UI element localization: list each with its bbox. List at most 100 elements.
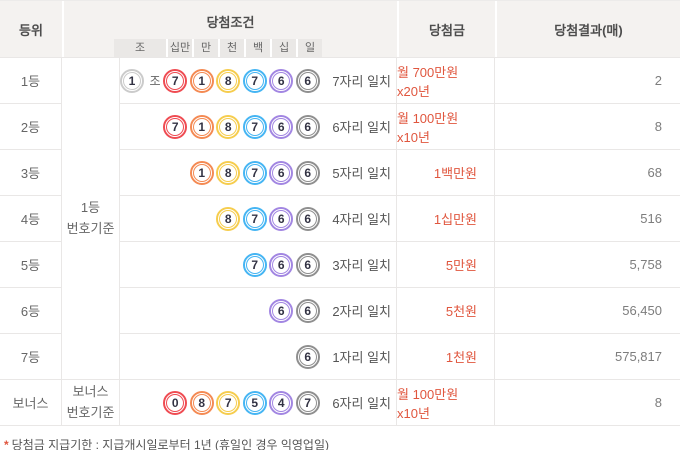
lottery-ball: 7 bbox=[243, 207, 267, 231]
ball-digit: 7 bbox=[172, 75, 179, 87]
ball-digit: 8 bbox=[225, 75, 232, 87]
rank-cell-6: 6등 bbox=[0, 288, 61, 334]
result-count-4: 516 bbox=[495, 196, 680, 242]
ball-digit: 8 bbox=[225, 121, 232, 133]
ball-digit: 8 bbox=[198, 397, 205, 409]
ball-row: 0 8 7 5 4 7 bbox=[120, 391, 321, 415]
digit-position-jo: 조 bbox=[114, 39, 166, 57]
ball-digit: 6 bbox=[278, 259, 285, 271]
rank-cell-5: 5등 bbox=[0, 242, 61, 288]
ball-row: 7 6 6 bbox=[120, 253, 321, 277]
prize-cell-7: 1천원 bbox=[397, 334, 494, 380]
ball-digit: 8 bbox=[225, 213, 232, 225]
lottery-ball: 7 bbox=[243, 253, 267, 277]
lottery-ball: 6 bbox=[296, 345, 320, 369]
rank-column: 1등 2등 3등 4등 5등 6등 7등 보너스 bbox=[0, 58, 62, 426]
match-condition: 3자리 일치 bbox=[332, 255, 391, 274]
jo-group-label: 조 bbox=[148, 72, 162, 89]
ball-row: 6 6 bbox=[120, 299, 321, 323]
ball-digit: 1 bbox=[198, 121, 205, 133]
ball-digit: 7 bbox=[172, 121, 179, 133]
lottery-ball: 8 bbox=[216, 207, 240, 231]
match-condition: 7자리 일치 bbox=[332, 71, 391, 90]
ball-digit: 7 bbox=[251, 121, 258, 133]
lottery-ball: 7 bbox=[296, 391, 320, 415]
condition-row-3: 1 8 7 6 6 5자리 일치 bbox=[120, 150, 396, 196]
condition-row-2: 7 1 8 7 6 6 6자리 일치 bbox=[120, 104, 396, 150]
table-header: 등위 당첨조건 조 십만 만 천 백 십 일 당첨금 당첨결과(매) bbox=[0, 1, 680, 58]
ball-digit: 1 bbox=[198, 167, 205, 179]
digit-position-il: 일 bbox=[296, 39, 322, 57]
lottery-ball: 8 bbox=[216, 69, 240, 93]
result-column-header: 당첨결과(매) bbox=[495, 1, 680, 57]
result-count-3: 68 bbox=[495, 150, 680, 196]
ball-digit: 6 bbox=[278, 305, 285, 317]
rank-cell-4: 4등 bbox=[0, 196, 61, 242]
lottery-ball: 6 bbox=[296, 69, 320, 93]
match-condition: 6자리 일치 bbox=[332, 117, 391, 136]
lottery-ball: 6 bbox=[269, 253, 293, 277]
rank-cell-bonus: 보너스 bbox=[0, 380, 61, 426]
ball-digit: 6 bbox=[278, 167, 285, 179]
lottery-ball: 6 bbox=[269, 161, 293, 185]
lottery-ball: 1 bbox=[190, 69, 214, 93]
number-basis-column: 1등 번호기준 보너스 번호기준 bbox=[62, 58, 120, 426]
lottery-ball: 8 bbox=[216, 115, 240, 139]
match-condition: 1자리 일치 bbox=[332, 347, 391, 366]
condition-row-7: 6 1자리 일치 bbox=[120, 334, 396, 380]
digit-position-baek: 백 bbox=[244, 39, 270, 57]
lottery-ball: 7 bbox=[163, 115, 187, 139]
lottery-ball: 6 bbox=[269, 299, 293, 323]
lottery-ball: 6 bbox=[269, 207, 293, 231]
lottery-ball: 5 bbox=[243, 391, 267, 415]
prize-rank-table: 등위 당첨조건 조 십만 만 천 백 십 일 당첨금 당첨결과(매) 1등 2등… bbox=[0, 0, 680, 426]
prize-cell-5: 5만원 bbox=[397, 242, 494, 288]
match-condition: 6자리 일치 bbox=[332, 393, 391, 412]
condition-column: 1 조 7 1 8 7 6 6 7자리 일치 7 1 8 7 6 bbox=[120, 58, 397, 426]
rank-cell-2: 2등 bbox=[0, 104, 61, 150]
ball-digit: 6 bbox=[304, 259, 311, 271]
footnote-text: 당첨금 지급기한 : 지급개시일로부터 1년 (휴일인 경우 익영업일) bbox=[12, 438, 329, 450]
asterisk-mark: * bbox=[4, 438, 9, 450]
lottery-ball: 7 bbox=[243, 115, 267, 139]
bonus-basis-cell: 보너스 번호기준 bbox=[62, 380, 119, 426]
lottery-ball: 6 bbox=[296, 299, 320, 323]
ball-digit: 6 bbox=[278, 75, 285, 87]
lottery-ball: 6 bbox=[269, 115, 293, 139]
condition-row-6: 6 6 2자리 일치 bbox=[120, 288, 396, 334]
prize-cell-1: 월 700만원x20년 bbox=[397, 58, 494, 104]
condition-row-1: 1 조 7 1 8 7 6 6 7자리 일치 bbox=[120, 58, 396, 104]
basis-line1: 보너스 bbox=[73, 382, 109, 402]
digit-position-sip: 십 bbox=[270, 39, 296, 57]
lottery-ball: 7 bbox=[243, 69, 267, 93]
result-column: 2 8 68 516 5,758 56,450 575,817 8 bbox=[495, 58, 680, 426]
ball-digit: 8 bbox=[225, 167, 232, 179]
rank-cell-3: 3등 bbox=[0, 150, 61, 196]
ball-digit: 4 bbox=[278, 397, 285, 409]
digit-position-subheader: 조 십만 만 천 백 십 일 bbox=[114, 39, 322, 57]
lottery-ball: 7 bbox=[243, 161, 267, 185]
condition-header-label: 당첨조건 bbox=[207, 12, 255, 31]
ball-digit: 5 bbox=[251, 397, 258, 409]
ball-digit: 6 bbox=[304, 75, 311, 87]
result-count-6: 56,450 bbox=[495, 288, 680, 334]
payment-deadline-footnote: *당첨금 지급기한 : 지급개시일로부터 1년 (휴일인 경우 익영업일) bbox=[4, 436, 680, 450]
prize-cell-2: 월 100만원x10년 bbox=[397, 104, 494, 150]
condition-row-bonus: 0 8 7 5 4 7 6자리 일치 bbox=[120, 380, 396, 426]
lottery-ball: 8 bbox=[190, 391, 214, 415]
result-count-7: 575,817 bbox=[495, 334, 680, 380]
result-count-5: 5,758 bbox=[495, 242, 680, 288]
condition-row-5: 7 6 6 3자리 일치 bbox=[120, 242, 396, 288]
basis-line2: 번호기준 bbox=[67, 403, 115, 423]
ball-digit: 6 bbox=[304, 351, 311, 363]
ball-digit: 7 bbox=[251, 75, 258, 87]
ball-row: 1 8 7 6 6 bbox=[120, 161, 321, 185]
ball-digit: 0 bbox=[172, 397, 179, 409]
prize-cell-4: 1십만원 bbox=[397, 196, 494, 242]
match-condition: 4자리 일치 bbox=[332, 209, 391, 228]
ball-digit: 6 bbox=[304, 305, 311, 317]
rank-column-header: 등위 bbox=[0, 1, 62, 57]
lottery-ball: 8 bbox=[216, 161, 240, 185]
prize-column: 월 700만원x20년 월 100만원x10년 1백만원 1십만원 5만원 5천… bbox=[397, 58, 495, 426]
ball-row: 7 1 8 7 6 6 bbox=[120, 115, 321, 139]
